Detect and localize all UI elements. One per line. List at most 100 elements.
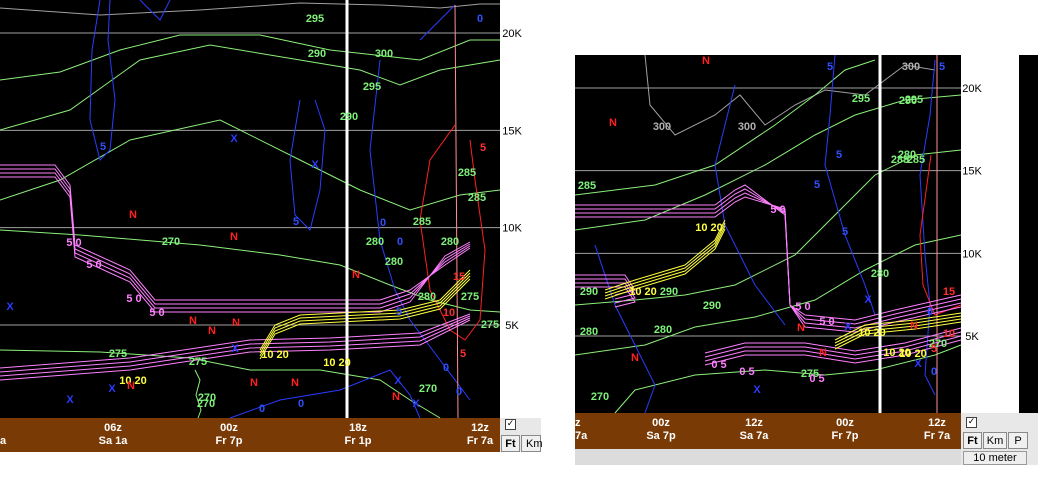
wind-band-label-yellow: 10 20	[899, 348, 927, 360]
time-label-top: z	[575, 417, 581, 429]
isotach-label: 0	[931, 366, 937, 378]
n-marker: N	[230, 231, 238, 243]
n-marker: N	[250, 377, 258, 389]
n-marker: N	[702, 55, 710, 67]
left-checkbox[interactable]: ✓	[505, 419, 516, 430]
isotach-label: 5	[293, 216, 299, 228]
n-marker: N	[291, 377, 299, 389]
isentrope-label: 290	[899, 95, 917, 107]
isentrope-label: 280	[441, 236, 459, 248]
isentrope-label: 270	[197, 398, 215, 410]
time-label-bottom: Sa 7p	[646, 430, 676, 442]
time-label-top: 18z	[349, 422, 367, 434]
time-label-top: 00z	[652, 417, 670, 429]
scrollbar-area	[1019, 55, 1038, 413]
wind-band-label: 5 0	[66, 237, 81, 249]
isotach-label: 0	[443, 362, 449, 374]
left-cross-section-chart: 20K15K10K5K295290 30029529028528528528028…	[0, 0, 541, 452]
time-label-bottom: 7a	[575, 430, 588, 442]
wind-band-label-yellow: 10 20	[858, 327, 886, 339]
isentrope-label: 275	[189, 356, 207, 368]
isotach-label: 0	[456, 386, 462, 398]
isentrope-label: 270	[419, 383, 437, 395]
n-marker: N	[127, 380, 135, 392]
x-marker: X	[412, 398, 420, 410]
isentrope-label: 275	[109, 348, 127, 360]
isentrope-label: 285	[468, 192, 486, 204]
isentrope-label: 280	[871, 268, 889, 280]
isentrope-label: 280	[385, 256, 403, 268]
isentrope-label: 290	[308, 48, 326, 60]
wind-band-label: 5 0	[819, 316, 834, 328]
wind-band-label: 5 0	[770, 204, 785, 216]
left-unit-km-button[interactable]: Km	[521, 435, 543, 452]
isotach-label-red: 15	[943, 286, 955, 298]
time-label-bottom: Fr 7p	[216, 435, 243, 447]
right-unit-km-button[interactable]: Km	[983, 432, 1007, 449]
isotach-label: 5	[836, 149, 842, 161]
wind-band-label: 0 5	[809, 373, 824, 385]
isentrope-label: 290	[703, 300, 721, 312]
isentrope-label: 300	[375, 48, 393, 60]
altitude-tick-label: 5K	[505, 320, 519, 332]
isentrope-label: 285	[578, 180, 596, 192]
time-label-top: 12z	[928, 417, 946, 429]
time-label-bottom: Sa 1a	[99, 435, 129, 447]
n-marker: N	[129, 209, 137, 221]
n-marker: N	[819, 347, 827, 359]
time-label-top: 00z	[836, 417, 854, 429]
isentrope-label: 285	[413, 216, 431, 228]
right-level-label[interactable]: 10 meter	[963, 451, 1027, 465]
time-label-top: 12z	[471, 422, 489, 434]
right-cross-section-chart: 20K15K10K5K300300 300295 295290 29029029028…	[575, 55, 1038, 465]
wind-band-label-yellow: 10 20	[261, 349, 289, 361]
n-marker: N	[910, 320, 918, 332]
time-axis-bar	[0, 418, 500, 452]
x-marker: X	[230, 133, 238, 145]
x-marker: X	[844, 321, 852, 333]
wind-band-label-yellow: 10 20	[695, 222, 723, 234]
isentrope-label: 290	[580, 286, 598, 298]
time-label-bottom: Sa 7a	[740, 430, 770, 442]
isentrope-label: 300	[902, 61, 920, 73]
x-marker: X	[66, 394, 74, 406]
wind-band-label: 0 5	[711, 359, 726, 371]
x-marker: X	[311, 159, 319, 171]
right-unit-ft-button[interactable]: Ft	[963, 432, 982, 449]
isotach-label: 0	[259, 403, 265, 415]
x-marker: X	[231, 343, 239, 355]
time-label-bottom: Fr 1p	[345, 435, 372, 447]
isotach-label: 5	[842, 226, 848, 238]
x-marker: X	[6, 301, 14, 313]
left-unit-ft-button[interactable]: Ft	[501, 435, 520, 452]
altitude-tick-label: 20K	[502, 28, 522, 40]
isotach-label: 5	[827, 61, 833, 73]
isentrope-label: 290	[340, 111, 358, 123]
altitude-tick-label: 5K	[965, 331, 979, 343]
isotach-label-red: 5	[460, 348, 466, 360]
n-marker: N	[797, 322, 805, 334]
isentrope-label: 295	[363, 81, 381, 93]
isentrope-label: 280	[366, 236, 384, 248]
x-marker: X	[394, 375, 402, 387]
isentrope-label: 275	[461, 291, 479, 303]
altitude-tick-label: 15K	[962, 166, 982, 178]
isotach-label-red: 15	[453, 271, 465, 283]
time-label-bottom: Fr 7p	[832, 430, 859, 442]
isotach-label: 0	[380, 217, 386, 229]
isentrope-label: 280	[898, 149, 916, 161]
x-marker: X	[914, 358, 922, 370]
n-marker: N	[392, 391, 400, 403]
wind-band-label: 5 0	[795, 301, 810, 313]
n-marker: N	[631, 352, 639, 364]
right-unit-p-button[interactable]: P	[1008, 432, 1028, 449]
time-label-top: 12z	[745, 417, 763, 429]
wind-band-label: 0 5	[739, 366, 754, 378]
right-checkbox[interactable]: ✓	[966, 417, 977, 428]
isotach-label-red: 5	[931, 343, 937, 355]
n-marker: N	[609, 117, 617, 129]
wind-band-label: 5 0	[126, 293, 141, 305]
n-marker: N	[352, 269, 360, 281]
plot-background	[0, 0, 500, 418]
isentrope-label: 300	[653, 121, 671, 133]
